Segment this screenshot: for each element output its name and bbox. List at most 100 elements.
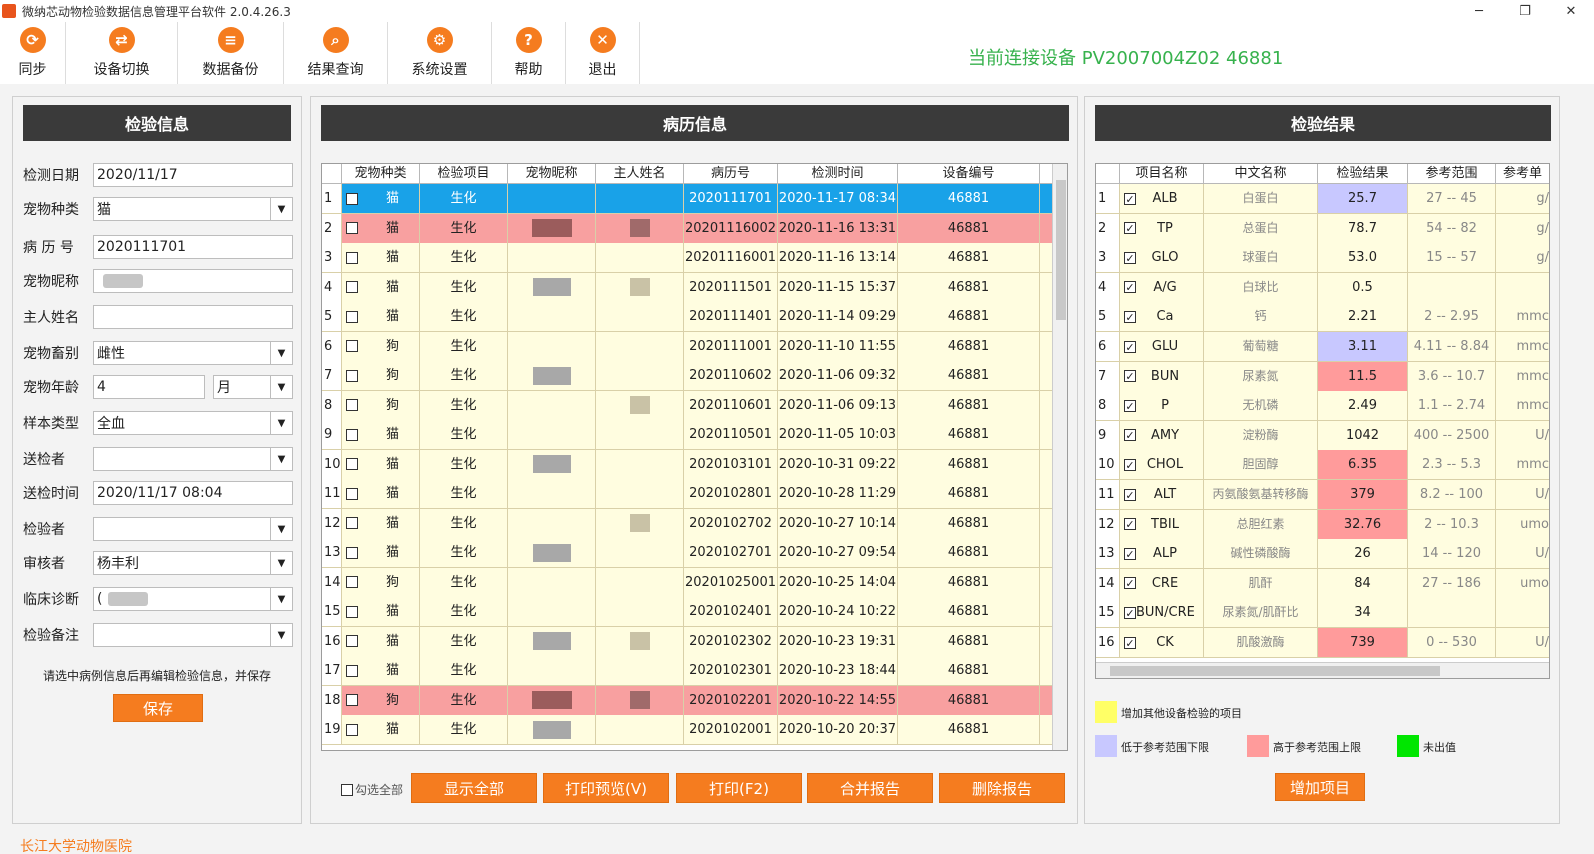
table-row[interactable]: 3 猫 生化 20201116001 2020-11-16 13:14 46881 [322,243,1053,273]
result-row[interactable]: 2 TP 总蛋白78.754 -- 82g/ [1096,213,1549,244]
query-button[interactable]: ⌕ 结果查询 [284,22,388,84]
item-checkbox[interactable] [1124,340,1136,353]
sync-button[interactable]: ⟳ 同步 [0,22,66,84]
select-all[interactable]: 勾选全部 [341,781,403,798]
row-checkbox[interactable] [346,458,358,470]
item-checkbox[interactable] [1124,636,1136,649]
row-checkbox[interactable] [346,664,358,677]
print-button[interactable]: 打印(F2) [676,773,802,803]
table-row[interactable]: 12 猫 生化 2020102702 2020-10-27 10:14 46881 [322,508,1053,539]
chevron-down-icon[interactable]: ▼ [270,198,292,220]
table-row[interactable]: 8 狗 生化 2020110601 2020-11-06 09:13 46881 [322,390,1053,421]
result-row[interactable]: 9 AMY 淀粉酶1042400 -- 2500U/ [1096,420,1549,451]
result-row[interactable]: 3 GLO 球蛋白53.015 -- 57g/ [1096,243,1549,274]
row-checkbox[interactable] [346,694,358,706]
table-row[interactable]: 19 猫 生化 2020102001 2020-10-20 20:37 46881 [322,715,1053,745]
column-header[interactable]: 检验结果 [1318,164,1408,183]
field-select[interactable]: 全血 ▼ [93,411,293,435]
field-select[interactable]: 猫 ▼ [93,197,293,221]
row-checkbox[interactable] [346,222,358,234]
table-row[interactable]: 1 猫 生化 2020111701 2020-11-17 08:34 46881 [322,184,1053,214]
column-header[interactable] [1096,164,1120,183]
column-header[interactable]: 病历号 [684,164,778,183]
column-header[interactable]: 设备编号 [898,164,1040,183]
row-checkbox[interactable] [346,723,358,736]
item-checkbox[interactable] [1124,370,1136,383]
table-row[interactable]: 15 猫 生化 2020102401 2020-10-24 10:22 46881 [322,597,1053,627]
column-header[interactable]: 参考范围 [1408,164,1496,183]
result-row[interactable]: 1 ALB 白蛋白25.727 -- 45g/ [1096,184,1549,214]
row-checkbox[interactable] [346,340,358,352]
result-row[interactable]: 7 BUN 尿素氮11.53.6 -- 10.7mmc [1096,361,1549,392]
chevron-down-icon[interactable]: ▼ [270,518,292,540]
chevron-down-icon[interactable]: ▼ [270,342,292,364]
row-checkbox[interactable] [346,428,358,441]
field-select[interactable]: ▼ [93,623,293,647]
chevron-down-icon[interactable]: ▼ [270,552,292,574]
item-checkbox[interactable] [1124,577,1136,590]
print-preview-button[interactable]: 打印预览(V) [543,773,669,803]
chevron-down-icon[interactable]: ▼ [270,376,292,398]
result-table-hscrollbar[interactable] [1096,662,1549,678]
column-header[interactable]: 宠物种类 [342,164,420,183]
switch-button[interactable]: ⇄ 设备切换 [66,22,178,84]
item-checkbox[interactable] [1124,429,1136,442]
row-checkbox[interactable] [346,576,358,588]
field-input[interactable]: 4 [93,375,205,399]
field-input[interactable]: 2020/11/17 08:04 [93,481,293,505]
result-row[interactable]: 5 Ca 钙2.212 -- 2.95mmc [1096,302,1549,333]
item-checkbox[interactable] [1124,606,1136,619]
result-row[interactable]: 12 TBIL 总胆红素32.762 -- 10.3umo [1096,509,1549,540]
column-header[interactable]: 主人姓名 [596,164,684,183]
field-select[interactable]: ▼ [93,517,293,541]
table-row[interactable]: 18 狗 生化 2020102201 2020-10-22 14:55 46881 [322,685,1053,716]
add-item-button[interactable]: 增加项目 [1275,773,1365,801]
column-header[interactable] [322,164,342,183]
row-checkbox[interactable] [346,517,358,529]
field-select[interactable]: 雌性 ▼ [93,341,293,365]
field-select[interactable]: ▼ [93,447,293,471]
result-row[interactable]: 6 GLU 葡萄糖3.114.11 -- 8.84mmc [1096,332,1549,362]
age-unit-select[interactable]: 月 ▼ [213,375,293,399]
column-header[interactable]: 项目名称 [1120,164,1204,183]
backup-button[interactable]: ≡ 数据备份 [178,22,284,84]
row-checkbox[interactable] [346,399,358,411]
table-row[interactable]: 9 猫 生化 2020110501 2020-11-05 10:03 46881 [322,420,1053,450]
result-row[interactable]: 8 P 无机磷2.491.1 -- 2.74mmc [1096,391,1549,422]
table-row[interactable]: 13 猫 生化 2020102701 2020-10-27 09:54 46881 [322,538,1053,568]
item-checkbox[interactable] [1124,547,1136,560]
column-header[interactable]: 参考单 [1496,164,1549,183]
row-checkbox[interactable] [346,546,358,559]
maximize-icon[interactable]: ❐ [1502,0,1548,22]
chevron-down-icon[interactable]: ▼ [270,588,292,610]
result-row[interactable]: 10 CHOL 胆固醇6.352.3 -- 5.3mmc [1096,450,1549,481]
column-header[interactable]: 检测时间 [778,164,898,183]
column-header[interactable]: 中文名称 [1204,164,1318,183]
merge-report-button[interactable]: 合并报告 [807,773,933,803]
row-checkbox[interactable] [346,487,358,500]
result-row[interactable]: 13 ALP 碱性磷酸酶2614 -- 120U/ [1096,539,1549,570]
result-row[interactable]: 4 A/G 白球比0.5 [1096,272,1549,303]
show-all-button[interactable]: 显示全部 [411,773,537,803]
minimize-icon[interactable]: ─ [1456,0,1502,22]
chevron-down-icon[interactable]: ▼ [270,624,292,646]
result-row[interactable]: 11 ALT 丙氨酸氨基转移酶3798.2 -- 100U/ [1096,480,1549,510]
table-row[interactable]: 16 猫 生化 2020102302 2020-10-23 19:31 46881 [322,626,1053,657]
row-checkbox[interactable] [346,310,358,323]
close-window-icon[interactable]: ✕ [1548,0,1594,22]
field-input[interactable]: 2020/11/17 [93,163,293,187]
case-table-scrollbar[interactable] [1052,164,1067,750]
table-row[interactable]: 14 狗 生化 20201025001 2020-10-25 14:04 46881 [322,567,1053,598]
table-row[interactable]: 5 猫 生化 2020111401 2020-11-14 09:29 46881 [322,302,1053,332]
delete-report-button[interactable]: 删除报告 [939,773,1065,803]
table-row[interactable]: 2 猫 生化 20201116002 2020-11-16 13:31 46881 [322,213,1053,244]
field-select[interactable]: (▼ [93,587,293,611]
item-checkbox[interactable] [1124,222,1136,235]
item-checkbox[interactable] [1124,192,1136,205]
field-input[interactable] [93,269,293,293]
help-button[interactable]: ? 帮助 [492,22,566,84]
scroll-thumb[interactable] [1056,180,1066,320]
save-button[interactable]: 保存 [113,694,203,722]
select-all-checkbox[interactable] [341,783,353,796]
settings-button[interactable]: ⚙ 系统设置 [388,22,492,84]
